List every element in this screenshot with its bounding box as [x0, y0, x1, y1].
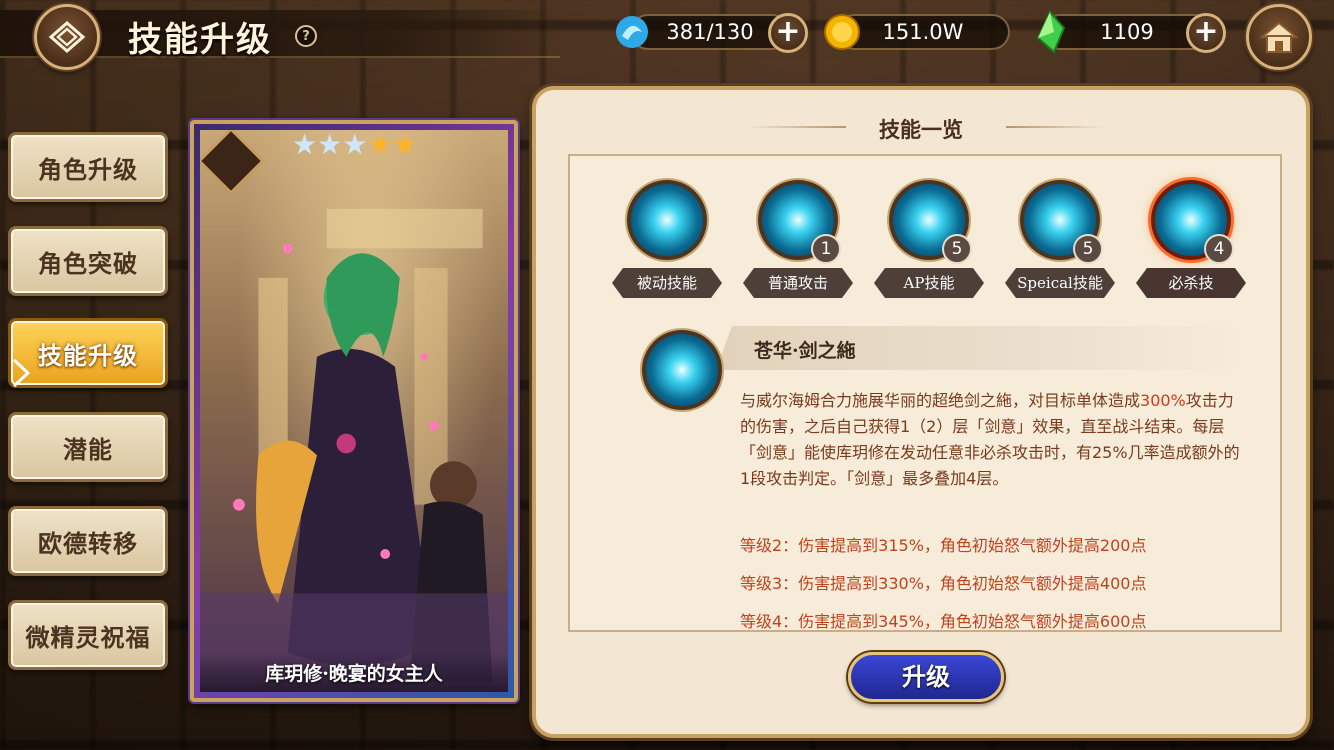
skill-name: 苍华·剑之絁 — [754, 340, 856, 362]
home-button[interactable] — [1246, 4, 1312, 70]
star-icon: ★ — [367, 130, 393, 161]
upgrade-button[interactable]: 升级 — [848, 652, 1004, 702]
skill-ap[interactable]: 5 AP技能 — [874, 180, 984, 300]
gold-counter: 151.0W — [836, 14, 1010, 50]
star-icon: ★ — [392, 130, 418, 161]
skill-special[interactable]: 5 Speical技能 — [1005, 180, 1115, 300]
stamina-value: 381/130 — [666, 20, 754, 44]
menu-sprite-blessing[interactable]: 微精灵祝福 — [8, 600, 168, 670]
water-drop-icon — [616, 16, 648, 48]
top-bar: 技能升级 ? 381/130 + 151.0W 1109 + — [0, 0, 1334, 70]
skill-level-badge: 5 — [942, 234, 972, 264]
menu-ode-transfer[interactable]: 欧德转移 — [8, 506, 168, 576]
back-diamond-icon — [48, 21, 86, 53]
character-card[interactable]: ★ ★ ★ ★ ★ 库玥修·晚宴的女主人 — [190, 120, 518, 702]
help-icon[interactable]: ? — [295, 25, 317, 47]
gem-value: 1109 — [1100, 20, 1154, 44]
skill-ultimate[interactable]: 4 必杀技 — [1136, 180, 1246, 300]
level-effect: 等级4：伤害提高到345%，角色初始怒气额外提高600点 — [740, 612, 1147, 631]
character-name: 库玥修·晚宴的女主人 — [200, 652, 508, 692]
menu-character-breakthrough[interactable]: 角色突破 — [8, 226, 168, 296]
star-icon: ★ — [317, 130, 343, 161]
add-gem-button[interactable]: + — [1186, 13, 1226, 53]
skill-list-box: 被动技能 1 普通攻击 5 AP技能 5 Speical技能 4 必杀技 苍华·… — [568, 154, 1282, 632]
character-illustration — [200, 208, 508, 692]
chevron-right-icon — [12, 358, 31, 388]
skill-panel: 技能一览 被动技能 1 普通攻击 5 AP技能 5 Speical技能 4 必杀… — [532, 86, 1310, 738]
skill-label: 被动技能 — [612, 268, 722, 298]
stamina-counter: 381/130 — [630, 14, 790, 50]
level-effect: 等级2：伤害提高到315%，角色初始怒气额外提高200点 — [740, 536, 1147, 555]
home-icon — [1259, 21, 1299, 53]
star-icon: ★ — [342, 130, 368, 161]
back-button[interactable] — [34, 4, 100, 70]
add-stamina-button[interactable]: + — [768, 13, 808, 53]
gold-coin-icon — [824, 14, 860, 50]
selected-skill-icon — [642, 330, 722, 410]
character-art: ★ ★ ★ ★ ★ 库玥修·晚宴的女主人 — [200, 130, 508, 692]
page-title: 技能升级 — [128, 20, 272, 60]
description-part: 与威尔海姆合力施展华丽的超绝剑之絁，对目标单体造成 — [740, 391, 1141, 410]
skill-level-badge: 5 — [1073, 234, 1103, 264]
skill-label: 必杀技 — [1136, 268, 1246, 298]
level-effect: 等级3：伤害提高到330%，角色初始怒气额外提高400点 — [740, 574, 1147, 593]
skill-level-badge: 4 — [1204, 234, 1234, 264]
skill-label: 普通攻击 — [743, 268, 853, 298]
star-icon: ★ — [292, 130, 318, 161]
skill-label: AP技能 — [874, 268, 984, 298]
menu-potential[interactable]: 潜能 — [8, 412, 168, 482]
skill-description: 与威尔海姆合力施展华丽的超绝剑之絁，对目标单体造成300%攻击力的伤害，之后自己… — [740, 388, 1245, 492]
damage-percent: 300% — [1140, 391, 1186, 410]
menu-character-levelup[interactable]: 角色升级 — [8, 132, 168, 202]
skill-level-badge: 1 — [811, 234, 841, 264]
gold-value: 151.0W — [882, 20, 964, 44]
star-rating: ★ ★ ★ ★ ★ — [292, 130, 418, 160]
green-crystal-icon — [1036, 10, 1066, 54]
skill-label: Speical技能 — [1005, 268, 1115, 298]
skill-normal-attack[interactable]: 1 普通攻击 — [743, 180, 853, 300]
panel-title: 技能一览 — [879, 117, 963, 142]
passive-skill-icon — [627, 180, 707, 260]
skill-passive[interactable]: 被动技能 — [612, 180, 722, 300]
